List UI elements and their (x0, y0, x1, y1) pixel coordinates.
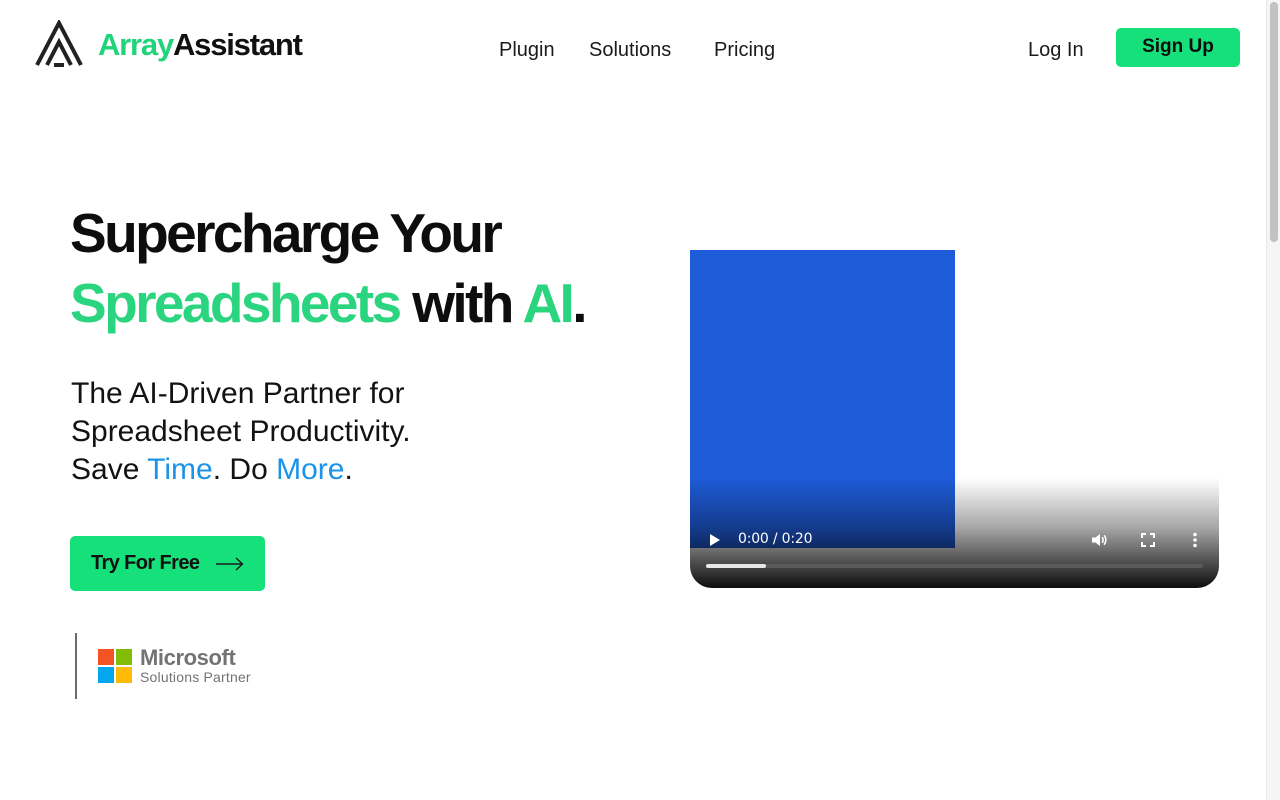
hero-headline: Supercharge Your Spreadsheets with AI. (70, 198, 587, 338)
headline-word-ai: AI (522, 272, 574, 334)
ms-square-green (116, 649, 132, 665)
brand-logo-link[interactable]: ArrayAssistant (34, 20, 303, 68)
subhead-more: More (276, 453, 345, 486)
subhead-time: Time (147, 453, 213, 486)
subhead-line1: The AI-Driven Partner for (71, 377, 405, 410)
headline-word-spreadsheets: Spreadsheets (70, 272, 402, 334)
site-header: ArrayAssistant Plugin Solutions Pricing … (0, 0, 1266, 96)
headline-word-with: with (399, 272, 523, 334)
subhead-line3: Save Time. Do More. (71, 451, 411, 489)
fullscreen-icon[interactable] (1138, 530, 1158, 550)
nav-item-pricing[interactable]: Pricing (714, 37, 775, 63)
login-link[interactable]: Log In (1028, 37, 1084, 63)
ms-square-red (98, 649, 114, 665)
scrollbar-thumb[interactable] (1270, 2, 1278, 242)
nav-item-plugin[interactable]: Plugin (499, 37, 555, 63)
array-assistant-logo-icon (35, 20, 83, 67)
brand-name-part1: Array (98, 26, 174, 62)
demo-video-player[interactable]: 0:00 / 0:20 (690, 250, 1219, 588)
headline-line2: Spreadsheets with AI. (70, 268, 587, 338)
subhead-save: Save (71, 453, 148, 486)
partner-name: Microsoft (140, 645, 236, 670)
try-for-free-button[interactable]: Try For Free (70, 536, 265, 591)
ms-square-yellow (116, 667, 132, 683)
microsoft-partner-badge: Microsoft Solutions Partner (75, 633, 251, 699)
volume-icon[interactable] (1089, 530, 1109, 550)
partner-subtitle: Solutions Partner (140, 669, 251, 685)
brand-name: ArrayAssistant (98, 26, 303, 62)
brand-name-part2: Assistant (173, 26, 303, 62)
nav-item-solutions[interactable]: Solutions (589, 37, 671, 63)
page-scrollbar[interactable] (1266, 0, 1280, 800)
subhead-line2: Spreadsheet Productivity. (71, 415, 411, 448)
partner-texts: Microsoft Solutions Partner (140, 645, 251, 686)
more-vertical-icon[interactable] (1185, 530, 1205, 550)
microsoft-logo-icon (98, 649, 132, 683)
video-progress-fill (706, 564, 766, 568)
headline-period: . (572, 272, 587, 334)
play-icon[interactable] (708, 532, 722, 548)
subhead-end: . (344, 453, 353, 486)
hero-subheading: The AI-Driven Partner for Spreadsheet Pr… (71, 375, 411, 489)
headline-line1: Supercharge Your (70, 202, 503, 264)
signup-button[interactable]: Sign Up (1116, 28, 1240, 67)
subhead-do: . Do (212, 453, 277, 486)
arrow-right-icon (216, 556, 244, 571)
ms-square-blue (98, 667, 114, 683)
video-time-display: 0:00 / 0:20 (738, 531, 813, 547)
video-progress-bar[interactable] (706, 564, 1203, 568)
cta-label: Try For Free (91, 552, 200, 574)
